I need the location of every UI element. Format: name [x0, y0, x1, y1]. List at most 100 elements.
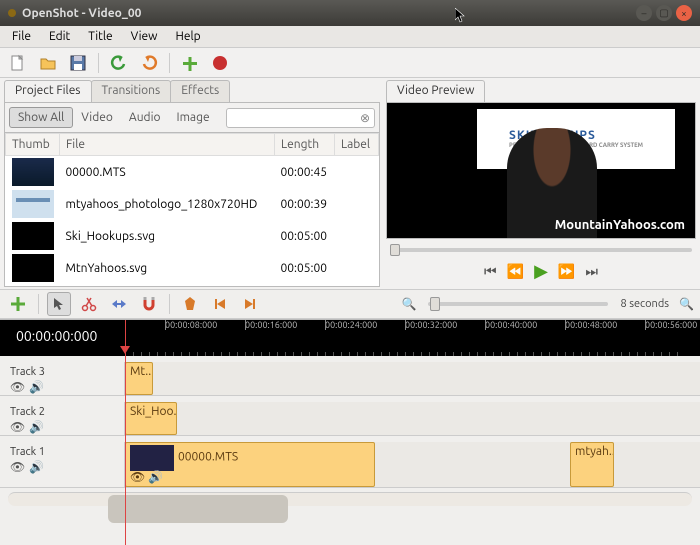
- filter-show-all[interactable]: Show All: [9, 107, 73, 128]
- ruler-tick: 00:00:16:000: [245, 320, 325, 330]
- marker-button[interactable]: [178, 292, 202, 316]
- eye-icon[interactable]: 👁: [130, 470, 145, 484]
- col-thumb[interactable]: Thumb: [6, 134, 60, 156]
- menubar: File Edit Title View Help: [0, 26, 700, 48]
- menu-title[interactable]: Title: [80, 28, 120, 45]
- preview-scrubber[interactable]: [386, 239, 696, 255]
- play-icon[interactable]: ▶: [534, 261, 548, 282]
- filter-audio[interactable]: Audio: [121, 108, 169, 127]
- minimize-button[interactable]: –: [636, 5, 652, 21]
- track-lane[interactable]: Ski_Hoo...: [125, 402, 700, 435]
- redo-button[interactable]: [137, 51, 161, 75]
- maximize-button[interactable]: ▢: [656, 5, 672, 21]
- snap-tool-button[interactable]: [137, 292, 161, 316]
- search-input[interactable]: ⊗: [226, 108, 375, 128]
- record-button[interactable]: [208, 51, 232, 75]
- eye-icon[interactable]: 👁: [10, 460, 25, 474]
- playhead-time: 00:00:00:000: [16, 328, 97, 344]
- tab-transitions[interactable]: Transitions: [91, 80, 172, 102]
- eye-icon[interactable]: 👁: [10, 380, 25, 394]
- add-track-button[interactable]: [6, 292, 30, 316]
- track-lane[interactable]: Mt...: [125, 362, 700, 395]
- filter-row: Show All Video Audio Image ⊗: [4, 102, 380, 132]
- select-tool-button[interactable]: [47, 292, 71, 316]
- track-name: Track 1: [10, 446, 114, 458]
- tab-project-files[interactable]: Project Files: [4, 80, 92, 102]
- skip-start-icon[interactable]: ⏮: [484, 263, 497, 280]
- track-lane[interactable]: 00000.MTS 👁🔊 mtyah...: [125, 442, 700, 487]
- col-label[interactable]: Label: [335, 134, 379, 156]
- clear-search-icon[interactable]: ⊗: [360, 111, 370, 125]
- speaker-icon[interactable]: 🔊: [29, 420, 44, 434]
- menu-view[interactable]: View: [123, 28, 166, 45]
- col-file[interactable]: File: [60, 134, 275, 156]
- track-header[interactable]: Track 3 👁 🔊: [0, 362, 125, 395]
- table-row[interactable]: 00000.MTS00:00:45: [6, 156, 379, 189]
- menu-file[interactable]: File: [4, 28, 39, 45]
- window-title: OpenShot - Video_00: [22, 7, 636, 20]
- import-button[interactable]: [178, 51, 202, 75]
- clip[interactable]: 00000.MTS 👁🔊: [125, 442, 375, 487]
- menu-edit[interactable]: Edit: [41, 28, 78, 45]
- close-button[interactable]: ×: [676, 5, 692, 21]
- clip[interactable]: Ski_Hoo...: [125, 402, 177, 435]
- thumb-icon: [12, 158, 54, 186]
- tab-video-preview[interactable]: Video Preview: [386, 80, 485, 102]
- speaker-icon[interactable]: 🔊: [29, 380, 44, 394]
- clip[interactable]: mtyah...: [570, 442, 614, 487]
- clip-label: mtyah...: [575, 445, 614, 458]
- zoom-knob[interactable]: [430, 297, 440, 311]
- track-header[interactable]: Track 2👁🔊: [0, 402, 125, 435]
- track: Track 1👁🔊00000.MTS👁🔊mtyah...: [0, 442, 700, 488]
- col-length[interactable]: Length: [275, 134, 335, 156]
- ruler-tick: 00:00:48:000: [565, 320, 645, 330]
- preview-panel: Video Preview SKIHOOKUPSPERSONAL SKI & S…: [386, 80, 696, 287]
- clip[interactable]: Mt...: [125, 362, 153, 395]
- ruler-tick: 00:00:56:000: [645, 320, 700, 330]
- ruler-tick: 00:00:32:000: [405, 320, 485, 330]
- razor-tool-button[interactable]: [77, 292, 101, 316]
- filter-image[interactable]: Image: [169, 108, 218, 127]
- zoom-out-icon[interactable]: 🔍: [679, 297, 694, 311]
- scrubber-knob[interactable]: [390, 244, 400, 256]
- ruler-tick: 00:00:08:000: [165, 320, 245, 330]
- timeline-toolbar: 🔍 8 seconds 🔍: [0, 289, 700, 319]
- speaker-icon[interactable]: 🔊: [148, 470, 163, 484]
- prev-marker-button[interactable]: [208, 292, 232, 316]
- fast-forward-icon[interactable]: ⏩: [558, 263, 575, 280]
- skip-end-icon[interactable]: ⏭: [585, 263, 598, 280]
- resize-tool-button[interactable]: [107, 292, 131, 316]
- table-row[interactable]: mtyahoos_photologo_1280x720HD00:00:39: [6, 188, 379, 220]
- menu-help[interactable]: Help: [167, 28, 208, 45]
- track-name: Track 3: [10, 366, 114, 378]
- clip-label: 00000.MTS: [178, 451, 238, 464]
- track: Track 2👁🔊Ski_Hoo...: [0, 402, 700, 436]
- zoom-in-icon[interactable]: 🔍: [402, 297, 417, 311]
- new-project-button[interactable]: [6, 51, 30, 75]
- save-project-button[interactable]: [66, 51, 90, 75]
- open-project-button[interactable]: [36, 51, 60, 75]
- speaker-icon[interactable]: 🔊: [29, 460, 44, 474]
- playhead[interactable]: [125, 320, 126, 545]
- zoom-slider[interactable]: [428, 302, 608, 306]
- table-row[interactable]: MtnYahoos.svg00:05:00: [6, 252, 379, 284]
- thumb-icon: [12, 222, 54, 250]
- thumb-icon: [12, 254, 54, 282]
- timeline: 00:00:00:000 00:00:08:00000:00:16:00000:…: [0, 319, 700, 545]
- timeline-ruler[interactable]: 00:00:00:000 00:00:08:00000:00:16:00000:…: [0, 320, 700, 356]
- track-header[interactable]: Track 1 👁 🔊: [0, 442, 125, 487]
- timeline-scrollbar[interactable]: [8, 492, 692, 506]
- video-preview[interactable]: SKIHOOKUPSPERSONAL SKI & SNOWBOARD CARRY…: [386, 102, 696, 239]
- table-row[interactable]: Ski_Hookups.svg00:05:00: [6, 220, 379, 252]
- filter-video[interactable]: Video: [73, 108, 121, 127]
- undo-button[interactable]: [107, 51, 131, 75]
- project-panel: Project Files Transitions Effects Show A…: [4, 80, 380, 287]
- next-marker-button[interactable]: [238, 292, 262, 316]
- preview-credit: MountainYahoos.com: [555, 218, 685, 232]
- rewind-icon[interactable]: ⏪: [507, 263, 524, 280]
- file-table: Thumb File Length Label 00000.MTS00:00:4…: [4, 132, 380, 287]
- tab-effects[interactable]: Effects: [170, 80, 230, 102]
- ruler-tick: 00:00:24:000: [325, 320, 405, 330]
- scrollbar-thumb[interactable]: [108, 495, 288, 523]
- eye-icon[interactable]: 👁: [10, 420, 25, 434]
